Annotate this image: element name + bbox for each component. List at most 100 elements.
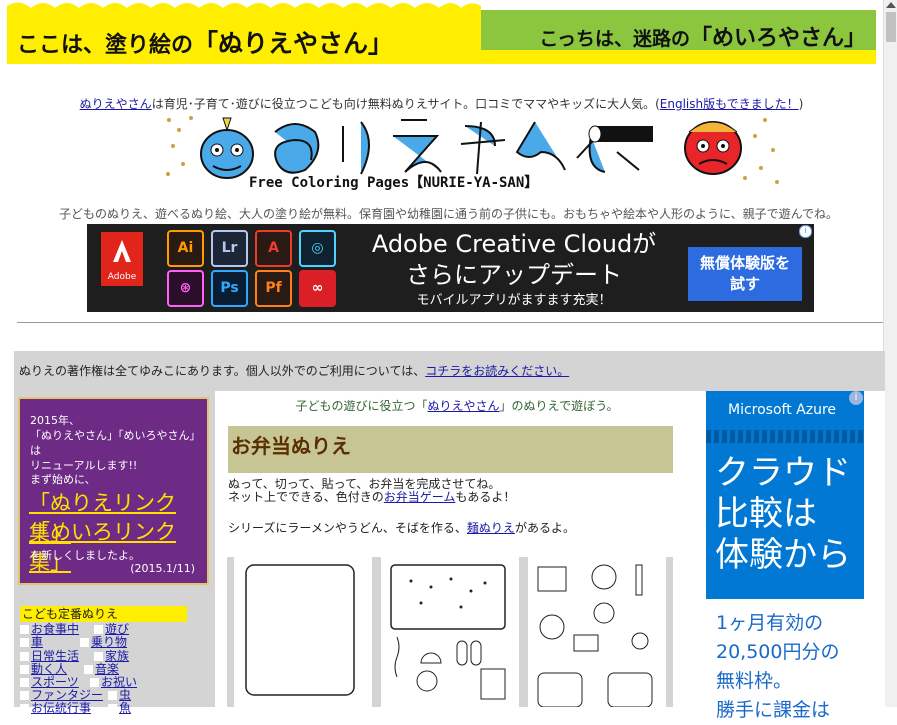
free-trial-button[interactable]: 無償体験版を 試す (688, 247, 802, 301)
bullet-square-icon (20, 691, 29, 700)
promo-line5: を新しくしましたよ。 (30, 549, 140, 562)
bullet-square-icon (20, 704, 29, 713)
azure-offer-text: 1ヶ月有効の 20,500円分の 無料枠。 勝手に課金は (716, 609, 839, 725)
category-link[interactable]: 乗り物 (91, 635, 127, 649)
lightroom-icon: Lr (211, 230, 248, 267)
intro-close: ) (798, 97, 804, 111)
azure-headline: クラウド 比較は 体験から (715, 453, 851, 576)
azure-headline-line: 体験から (715, 535, 851, 575)
lead-suffix: 」のぬりえで遊ぼう。 (499, 399, 619, 413)
bento-parts-thumbnail[interactable] (381, 557, 519, 707)
bullet-square-icon (20, 665, 29, 674)
lead-prefix: 子どもの遊びに役立つ「 (295, 399, 428, 413)
category-item[interactable]: お食事中 (20, 623, 79, 636)
bento-game-link[interactable]: お弁当ゲーム (384, 490, 456, 504)
promo-intro: 2015年、 「ぬりえやさん」「めいろやさん」は リニューアルします!! (30, 413, 207, 473)
xd-icon: ⊛ (167, 270, 204, 307)
page-scrollbar[interactable] (883, 0, 897, 707)
ad-info-icon[interactable]: i (799, 225, 812, 238)
decorative-stripe (706, 430, 864, 443)
scroll-up-arrow-icon[interactable] (886, 2, 896, 8)
food-items-thumbnail[interactable] (528, 557, 666, 708)
category-link[interactable]: 家族 (105, 649, 129, 663)
bullet-square-icon (94, 652, 103, 661)
azure-offer-line: 勝手に課金は (716, 699, 831, 721)
noodle-coloring-link[interactable]: 麺ぬりえ (467, 521, 515, 535)
blue-oni-icon (200, 117, 254, 179)
acrobat-icon: A (255, 230, 292, 267)
category-link[interactable]: お祝い (101, 675, 137, 689)
series-suffix: があるよ。 (514, 521, 575, 535)
ad-headline-line1: Adobe Creative Cloudが (371, 230, 657, 258)
bullet-square-icon (20, 652, 29, 661)
category-item[interactable]: 魚 (108, 702, 131, 715)
meiro-tab-label: こっちは、迷路の「めいろやさん」 (539, 26, 866, 51)
nurie-tab[interactable]: ここは、塗り絵の「ぬりえやさん」 (7, 0, 481, 64)
promo-line2: 「ぬりえやさん」「めいろやさん」は (30, 429, 201, 457)
ad-headline: Adobe Creative Cloudが さらにアップデート (349, 229, 679, 291)
bento-box-thumbnail[interactable] (234, 557, 372, 707)
lead-site-link[interactable]: ぬりえやさん (428, 399, 500, 413)
azure-headline-line: 比較は (715, 494, 817, 534)
category-item[interactable]: 乗り物 (80, 636, 127, 649)
main-lead: 子どもの遊びに役立つ「ぬりえやさん」のぬりえで遊ぼう。 (215, 397, 699, 414)
intro-text: ぬりえやさんは育児･子育て･遊びに役立つこども向け無料ぬりえサイト。口コミでママ… (0, 95, 883, 112)
category-link[interactable]: 遊び (105, 622, 129, 636)
category-link[interactable]: 虫 (119, 688, 131, 702)
terms-link[interactable]: コチラをお読みください。 (425, 364, 569, 378)
premiere-rush-icon: ◎ (299, 230, 336, 267)
category-link[interactable]: ファンタジー (31, 688, 103, 702)
bullet-square-icon (20, 625, 29, 634)
category-link[interactable]: 動く人 (31, 662, 67, 676)
page-title: お弁当ぬりえ (231, 434, 351, 458)
azure-offer-line: 無料枠。 (716, 670, 793, 692)
makizushi-icon (588, 125, 653, 143)
category-link[interactable]: 車 (31, 635, 43, 649)
tab-underline (481, 50, 876, 64)
red-oni-icon (684, 121, 742, 175)
promo-date: (2015.1/11) (130, 562, 195, 575)
series-note: シリーズにラーメンやうどん、そばを作る、麺ぬりえがあるよ。 (228, 519, 575, 536)
creative-cloud-icon: ∞ (299, 270, 336, 307)
ad-info-icon[interactable]: i (849, 391, 863, 405)
cta-line2: 試す (729, 275, 760, 293)
site-link[interactable]: ぬりえやさん (80, 97, 152, 111)
logo-lettering (274, 119, 640, 175)
page-description: ぬって、切って、貼って、お弁当を完成させてね。 ネット上でできる、色付きのお弁当… (228, 478, 515, 504)
azure-ad-banner[interactable]: Microsoft Azure クラウド 比較は 体験から 1ヶ月有効の 20,… (706, 391, 864, 721)
azure-brand: Microsoft Azure (728, 402, 837, 418)
promo-line1: 2015年、 (30, 414, 80, 427)
category-item[interactable]: 車 (20, 636, 43, 649)
logo-subtitle: Free Coloring Pages【NURIE-YA-SAN】 (249, 175, 538, 190)
illustrator-icon: Ai (167, 230, 204, 267)
bullet-square-icon (84, 665, 93, 674)
category-link[interactable]: 日常生活 (31, 649, 79, 663)
promo-line4: まず始めに、 (30, 473, 96, 486)
bullet-square-icon (20, 678, 29, 687)
header-tabs: ここは、塗り絵の「ぬりえやさん」 こっちは、迷路の「めいろやさん」 (0, 0, 883, 66)
category-link[interactable]: お食事中 (31, 622, 79, 636)
bullet-square-icon (108, 691, 117, 700)
cloud-edge (7, 0, 481, 24)
category-link[interactable]: 音楽 (95, 662, 119, 676)
adobe-ad-banner[interactable]: Adobe Ai Lr A ◎ ⊛ Ps Pf ∞ Adobe Creative… (87, 224, 814, 312)
category-link[interactable]: スポーツ (31, 675, 79, 689)
adobe-logo-text: Adobe (107, 272, 137, 282)
category-link[interactable]: お伝統行事 (31, 701, 91, 715)
azure-headline-line: クラウド (715, 453, 851, 493)
meiro-tab[interactable]: こっちは、迷路の「めいろやさん」 (481, 10, 876, 51)
azure-ad-top: Microsoft Azure クラウド 比較は 体験から (706, 391, 864, 599)
scrollbar-thumb[interactable] (886, 12, 896, 42)
category-item[interactable]: お伝統行事 (20, 702, 91, 715)
photoshop-icon: Ps (211, 270, 248, 307)
nurie-tab-label: ここは、塗り絵の「ぬりえやさん」 (17, 29, 394, 58)
notice-text: ぬりえの著作権は全てゆみこにあります。個人以外でのご利用については、 (19, 364, 426, 378)
category-link[interactable]: 魚 (119, 701, 131, 715)
bullet-square-icon (108, 704, 117, 713)
desc-line2: ネット上でできる、色付きのお弁当ゲームもあるよ！ (228, 491, 515, 504)
series-prefix: シリーズにラーメンやうどん、そばを作る、 (228, 521, 467, 535)
english-link[interactable]: English版もできました！ (660, 97, 799, 111)
site-logo[interactable]: Free Coloring Pages【NURIE-YA-SAN】 (165, 112, 780, 191)
copyright-notice: ぬりえの著作権は全てゆみこにあります。個人以外でのご利用については、コチラをお読… (14, 351, 885, 391)
bullet-square-icon (90, 678, 99, 687)
